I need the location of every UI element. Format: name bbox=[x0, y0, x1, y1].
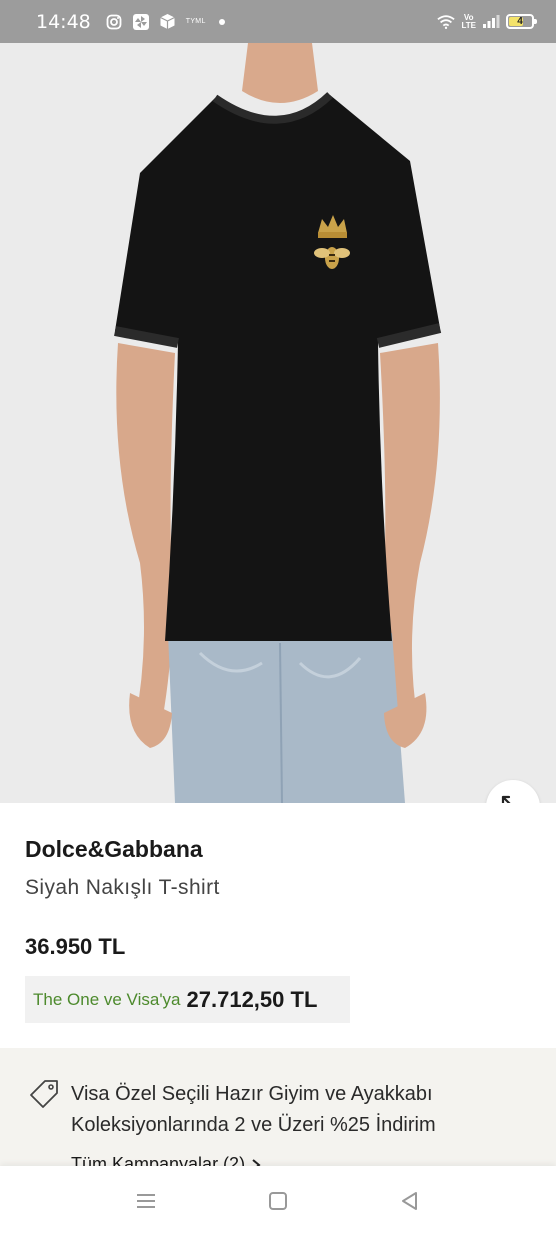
pinwheel-icon bbox=[132, 13, 150, 31]
product-name: Siyah Nakışlı T-shirt bbox=[25, 876, 220, 899]
tyml-label: TYML bbox=[185, 18, 206, 25]
battery-level: 4 bbox=[517, 16, 523, 27]
recent-apps-button[interactable] bbox=[133, 1188, 159, 1214]
product-price: 36.950 TL bbox=[25, 934, 126, 959]
notification-dot bbox=[218, 18, 225, 25]
product-image-gallery[interactable] bbox=[0, 43, 556, 803]
campaign-text: Visa Özel Seçili Hazır Giyim ve Ayakkabı… bbox=[71, 1083, 436, 1136]
campaign-box[interactable]: Visa Özel Seçili Hazır Giyim ve Ayakkabı… bbox=[0, 1048, 556, 1174]
back-button[interactable] bbox=[397, 1188, 423, 1214]
home-button[interactable] bbox=[265, 1188, 291, 1214]
volte-bottom: LTE bbox=[461, 20, 476, 30]
brand-name[interactable]: Dolce&Gabbana bbox=[25, 836, 203, 863]
system-nav-bar bbox=[0, 1166, 556, 1235]
system-status-icons: Vo LTE 4 bbox=[437, 13, 537, 31]
recent-apps-icon bbox=[137, 1194, 155, 1208]
notification-icons: TYML bbox=[105, 13, 225, 31]
battery-icon: 4 bbox=[506, 14, 537, 29]
back-icon bbox=[402, 1192, 417, 1210]
wifi-icon bbox=[437, 13, 456, 31]
box-icon bbox=[159, 13, 177, 31]
instagram-icon bbox=[105, 13, 123, 31]
product-photo bbox=[0, 43, 556, 803]
promo-price: 27.712,50 TL bbox=[186, 986, 318, 1012]
home-icon bbox=[269, 1192, 287, 1210]
promo-label: The One ve Visa'ya bbox=[33, 989, 181, 1009]
status-time: 14:48 bbox=[36, 10, 91, 33]
expand-arrows-icon bbox=[501, 795, 511, 803]
tag-icon bbox=[30, 1080, 58, 1108]
status-bar: 14:48 TYML Vo LTE 4 bbox=[0, 0, 556, 43]
volte-indicator: Vo LTE bbox=[461, 13, 476, 30]
promo-price-box: The One ve Visa'ya 27.712,50 TL bbox=[25, 976, 350, 1023]
signal-icon bbox=[482, 13, 500, 31]
